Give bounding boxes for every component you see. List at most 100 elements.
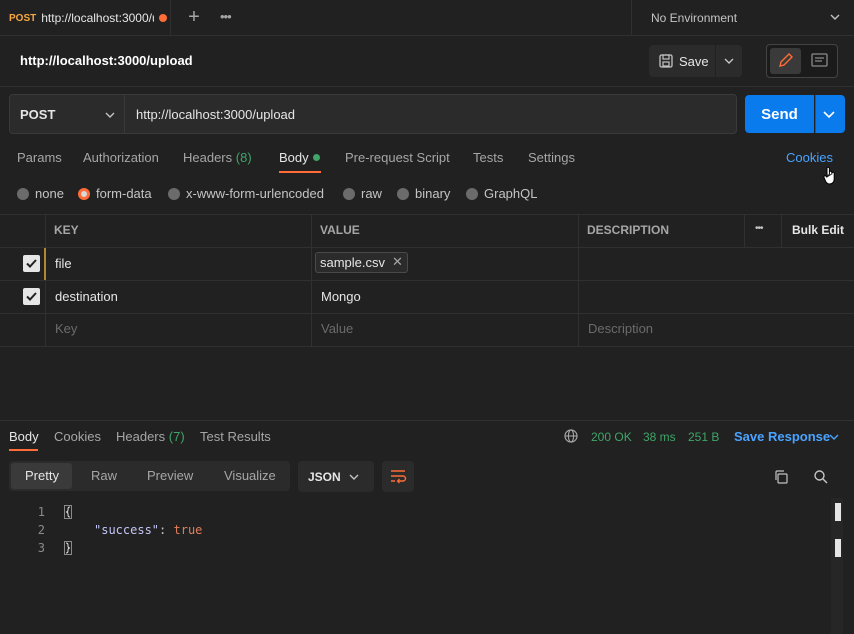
tab-headers-count: (8) [235,150,252,165]
file-name: sample.csv [320,255,386,270]
line-number: 2 [37,523,45,537]
row-checkbox[interactable] [23,288,40,305]
tab-headers[interactable]: Headers (8) [183,150,252,165]
format-pretty[interactable]: Pretty [25,468,59,483]
bulk-edit-button[interactable]: Bulk Edit [792,223,844,237]
radio-binary-label: binary [415,186,451,201]
radio-icon [397,187,409,200]
table-top-border [0,214,854,215]
checkmark-icon [26,259,37,268]
status-code[interactable]: 200 OK [591,430,632,444]
search-icon[interactable] [813,469,829,485]
response-tab-body[interactable]: Body [9,429,39,444]
cookies-link[interactable]: Cookies [786,150,833,165]
tab-body[interactable]: Body [279,150,309,165]
row-key[interactable]: destination [55,289,118,304]
response-tab-test-results[interactable]: Test Results [200,429,271,444]
radio-none[interactable]: none [17,186,64,201]
radio-binary[interactable]: binary [397,186,450,201]
json-value: true [173,523,203,537]
active-tab-underline [279,171,321,173]
tab-authorization[interactable]: Authorization [83,150,159,165]
body-indicator-dot [313,154,320,161]
chevron-down-icon [829,11,841,23]
documentation-mode-button[interactable] [804,48,835,74]
chevron-down-icon [348,471,360,483]
radio-graphql[interactable]: GraphQL [466,186,537,201]
save-button[interactable]: Save [649,45,742,77]
new-tab-plus-icon[interactable]: + [184,7,204,28]
response-headers-label: Headers [116,429,166,444]
tab-settings[interactable]: Settings [528,150,575,165]
column-header-key: KEY [54,223,79,237]
request-tab[interactable]: POST http://localhost:3000/upload [0,0,171,36]
chevron-down-icon [828,431,840,443]
language-select[interactable]: JSON [298,461,374,492]
description-placeholder[interactable]: Description [588,321,653,336]
tab-pre-request-script[interactable]: Pre-request Script [345,150,450,165]
save-label: Save [679,53,709,69]
mode-toggle [766,44,838,78]
radio-x-www-form-urlencoded[interactable]: x-www-form-urlencoded [168,186,324,201]
radio-raw-label: raw [361,186,382,201]
json-line: "success": true [94,523,202,537]
response-tab-headers[interactable]: Headers (7) [116,429,185,444]
send-button[interactable]: Send [745,95,814,133]
send-options-button[interactable] [815,95,845,133]
wrap-lines-icon [391,470,407,484]
tab-method: POST [9,12,37,24]
radio-none-label: none [35,186,64,201]
response-divider [0,420,854,421]
radio-selected-icon [78,187,90,200]
file-chip[interactable]: sample.csv ✕ [315,252,408,273]
column-header-description: DESCRIPTION [587,223,670,237]
table-row-divider [0,247,854,248]
save-options-chevron-icon[interactable] [723,55,735,67]
checkmark-icon [26,292,37,301]
edit-mode-button[interactable] [770,48,801,74]
environment-select[interactable]: No Environment [631,0,854,36]
remove-file-icon[interactable]: ✕ [392,254,403,270]
radio-form-data-label: form-data [96,186,152,201]
row-checkbox[interactable] [23,255,40,272]
format-raw[interactable]: Raw [91,468,117,483]
save-divider [715,45,716,77]
more-tabs-icon[interactable]: ••• [220,8,238,28]
comment-icon [811,53,828,67]
scrollbar-marker [835,539,841,557]
response-time[interactable]: 38 ms [643,430,676,444]
tab-headers-label: Headers [183,150,233,165]
globe-icon[interactable] [564,429,578,443]
tab-tests[interactable]: Tests [473,150,503,165]
header-divider [0,86,854,87]
url-input[interactable] [125,94,737,134]
radio-graphql-label: GraphQL [484,186,538,201]
method-label: POST [20,106,56,122]
row-drag-handle[interactable] [44,248,46,280]
open-brace-match [64,505,72,519]
line-number: 3 [37,541,45,555]
chevron-down-icon [104,109,116,121]
table-more-icon[interactable]: ••• [755,223,763,234]
chevron-down-icon [815,95,835,133]
radio-form-data[interactable]: form-data [78,186,152,201]
key-placeholder[interactable]: Key [55,321,77,336]
format-visualize[interactable]: Visualize [224,468,276,483]
value-placeholder[interactable]: Value [321,321,353,336]
method-select[interactable]: POST [9,94,125,134]
copy-icon[interactable] [773,469,789,485]
column-header-value: VALUE [320,223,360,237]
radio-icon [466,187,478,200]
row-key[interactable]: file [55,256,72,271]
radio-raw[interactable]: raw [343,186,382,201]
format-preview[interactable]: Preview [147,468,193,483]
wrap-lines-button[interactable] [382,461,414,492]
tab-params[interactable]: Params [17,150,62,165]
row-value[interactable]: Mongo [321,289,361,304]
radio-icon [168,187,180,200]
save-response-button[interactable]: Save Response [734,429,839,444]
json-colon: : [159,523,167,537]
response-headers-count: (7) [168,429,185,444]
response-size[interactable]: 251 B [688,430,719,444]
response-tab-cookies[interactable]: Cookies [54,429,101,444]
